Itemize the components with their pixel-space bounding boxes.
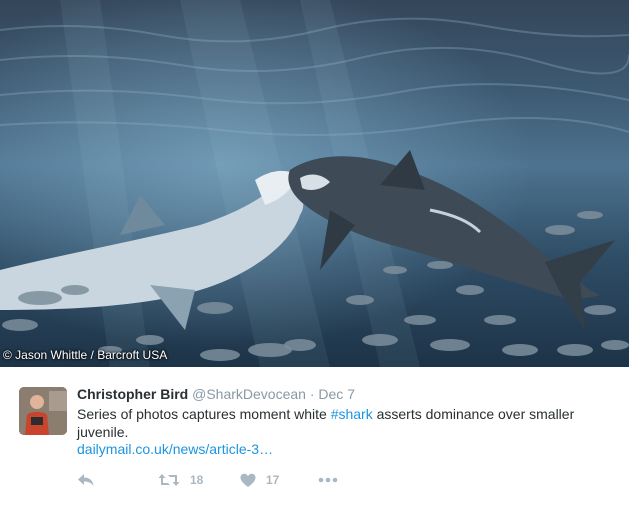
- tweet-actions: 18 17: [77, 470, 377, 490]
- author-handle[interactable]: @SharkDevocean: [192, 386, 306, 402]
- more-button[interactable]: [318, 470, 338, 490]
- retweet-button[interactable]: 18: [158, 470, 203, 490]
- hashtag-link[interactable]: #shark: [331, 406, 373, 422]
- avatar-image: [19, 387, 67, 435]
- separator-dot: ·: [309, 386, 315, 402]
- like-count: 17: [266, 473, 280, 487]
- tweet: Christopher Bird @SharkDevocean · Dec 7 …: [0, 367, 629, 505]
- reply-button[interactable]: [77, 470, 95, 490]
- article-link[interactable]: dailymail.co.uk/news/article-3…: [77, 441, 273, 457]
- author-name[interactable]: Christopher Bird: [77, 386, 188, 402]
- tweet-header: Christopher Bird @SharkDevocean · Dec 7: [77, 386, 355, 402]
- tweet-photo[interactable]: © Jason Whittle / Barcroft USA: [0, 0, 629, 367]
- heart-icon: [240, 473, 256, 488]
- retweet-icon: [158, 472, 180, 488]
- avatar[interactable]: [19, 387, 67, 435]
- more-icon: [318, 477, 338, 483]
- retweet-count: 18: [190, 473, 204, 487]
- reply-icon: [77, 472, 95, 488]
- like-button[interactable]: 17: [240, 470, 279, 490]
- tweet-date[interactable]: Dec 7: [318, 386, 355, 402]
- photo-credit: © Jason Whittle / Barcroft USA: [3, 348, 168, 362]
- tweet-text: Series of photos captures moment white #…: [77, 405, 597, 441]
- tweet-text-before: Series of photos captures moment white: [77, 406, 331, 422]
- shark-photo-image: [0, 0, 629, 367]
